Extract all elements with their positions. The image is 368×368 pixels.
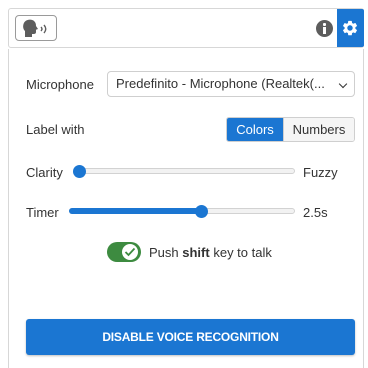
timer-slider-thumb[interactable] [194,205,208,218]
numbers-option-button[interactable]: Numbers [283,118,354,141]
clarity-label: Clarity [26,165,63,180]
timer-slider-fill [69,208,202,214]
push-to-talk-label: Push shift key to talk [149,245,272,260]
gear-icon [342,20,358,36]
clarity-value-label: Fuzzy [303,165,338,180]
disable-voice-recognition-button[interactable]: DISABLE VOICE RECOGNITION [26,319,355,355]
info-icon[interactable] [316,20,333,37]
settings-button[interactable] [337,9,364,47]
toolbar [8,8,364,48]
toggle-knob [122,244,138,260]
clarity-slider-track[interactable] [73,168,295,174]
timer-label: Timer [26,205,59,220]
push-to-talk-toggle[interactable] [107,242,141,262]
chevron-down-icon [338,79,348,89]
microphone-label: Microphone [26,77,94,92]
colors-option-button[interactable]: Colors [227,118,283,141]
shift-key-label: shift [182,245,210,260]
speaking-head-icon [23,19,47,37]
settings-panel: Microphone Predefinito - Microphone (Rea… [8,49,364,368]
clarity-slider-thumb[interactable] [73,165,86,178]
label-with-toggle-group: Colors Numbers [226,117,355,142]
timer-value-label: 2.5s [303,205,328,220]
voice-toggle-button[interactable] [15,15,57,41]
label-with-label: Label with [26,122,85,137]
microphone-select[interactable]: Predefinito - Microphone (Realtek(... [107,71,355,97]
microphone-selected-value: Predefinito - Microphone (Realtek(... [116,76,325,91]
check-icon [124,247,136,257]
